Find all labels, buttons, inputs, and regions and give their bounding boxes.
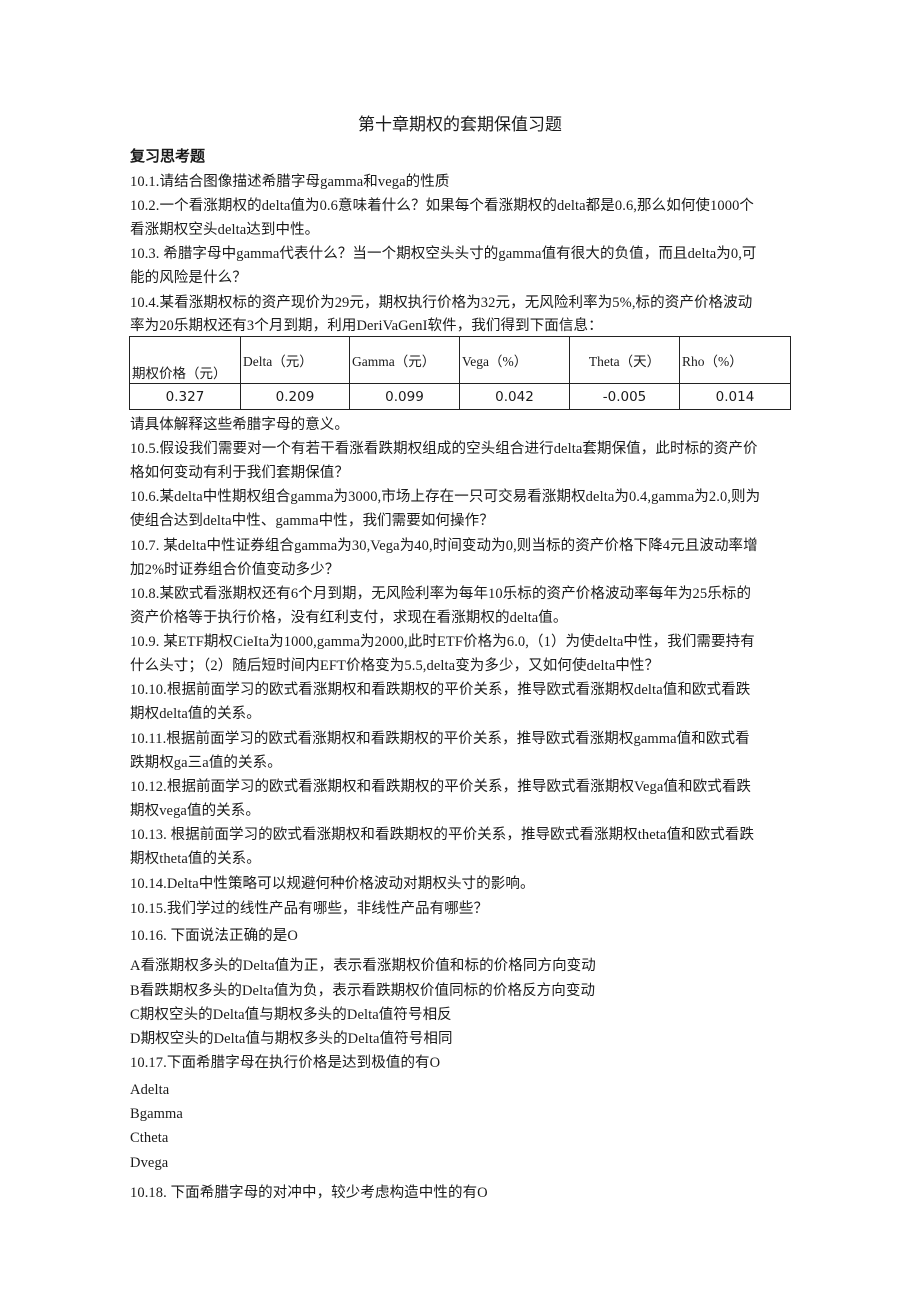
question-line: 10.10.根据前面学习的欧式看涨期权和看跌期权的平价关系，推导欧式看涨期权de… (130, 682, 751, 698)
section-heading: 复习思考题 (130, 147, 206, 165)
question-line: 10.5.假设我们需要对一个有若干看涨看跌期权组成的空头组合进行delta套期保… (130, 441, 758, 457)
question-line: 格如何变动有利于我们套期保值？ (130, 465, 349, 481)
option-line: Adelta (130, 1082, 170, 1098)
question-line: 10.15.我们学过的线性产品有哪些，非线性产品有哪些？ (130, 901, 489, 917)
question-line: 期权vega值的关系。 (130, 803, 260, 819)
option-line: D期权空头的Delta值与期权多头的Delta值符号相同 (130, 1031, 453, 1047)
question-line: 10.3. 希腊字母中gamma代表什么？当一个期权空头头寸的gamma值有很大… (130, 246, 757, 262)
option-line: Bgamma (130, 1106, 183, 1122)
question-line: 期权delta值的关系。 (130, 706, 261, 722)
question-line: 10.9. 某ETF期权CieIta为1000,gamma为2000,此时ETF… (130, 634, 755, 650)
option-line: B看跌期权多头的Delta值为负，表示看跌期权价值同标的价格反方向变动 (130, 983, 596, 999)
header-delta: Delta（元） (240, 336, 350, 384)
question-line: 10.11.根据前面学习的欧式看涨期权和看跌期权的平价关系，推导欧式看涨期权ga… (130, 731, 750, 747)
question-line: 什么头寸；（2）随后短时间内EFT价格变为5.5,delta变为多少，又如何使d… (130, 658, 660, 674)
question-line: 期权theta值的关系。 (130, 851, 261, 867)
question-line: 10.6.某delta中性期权组合gamma为3000,市场上存在一只可交易看涨… (130, 489, 761, 505)
question-line: 资产价格等于执行价格，没有红利支付，求现在看涨期权的delta值。 (130, 610, 568, 626)
question-line: 能的风险是什么？ (130, 270, 247, 286)
question-line: 10.7. 某delta中性证券组合gamma为30,Vega为40,时间变动为… (130, 538, 758, 554)
option-line: Ctheta (130, 1130, 169, 1146)
header-gamma: Gamma（元） (349, 336, 460, 384)
question-line: 10.12.根据前面学习的欧式看涨期权和看跌期权的平价关系，推导欧式看涨期权Ve… (130, 779, 752, 795)
value-gamma: 0.099 (349, 383, 460, 410)
value-theta: -0.005 (569, 383, 680, 410)
question-line: 10.4.某看涨期权标的资产现价为29元，期权执行价格为32元，无风险利率为5%… (130, 295, 753, 311)
header-theta: Theta（天） (569, 336, 680, 384)
table-row: 0.327 0.209 0.099 0.042 -0.005 0.014 (129, 383, 791, 410)
question-line: 10.14.Delta中性策略可以规避何种价格波动对期权头寸的影响。 (130, 876, 535, 892)
question-line: 使组合达到delta中性、gamma中性，我们需要如何操作？ (130, 513, 494, 529)
question-line: 10.18. 下面希腊字母的对冲中，较少考虑构造中性的有O (130, 1185, 488, 1201)
question-line: 10.13. 根据前面学习的欧式看涨期权和看跌期权的平价关系，推导欧式看涨期权t… (130, 827, 755, 843)
option-line: A看涨期权多头的Delta值为正，表示看涨期权价值和标的价格同方向变动 (130, 958, 596, 974)
option-line: Dvega (130, 1155, 169, 1171)
table-header-row: 期权价格（元） Delta（元） Gamma（元） Vega（%） Theta（… (129, 336, 791, 384)
header-rho: Rho（%） (679, 336, 791, 384)
question-line: 率为20乐期权还有3个月到期，利用DeriVaGenI软件，我们得到下面信息： (130, 318, 603, 334)
value-vega: 0.042 (459, 383, 570, 410)
question-line: 跌期权ga三a值的关系。 (130, 755, 282, 771)
value-option-price: 0.327 (129, 383, 241, 410)
header-vega: Vega（%） (459, 336, 570, 384)
question-line: 10.1.请结合图像描述希腊字母gamma和vega的性质 (130, 174, 450, 190)
value-rho: 0.014 (679, 383, 791, 410)
greeks-table: 期权价格（元） Delta（元） Gamma（元） Vega（%） Theta（… (129, 336, 791, 410)
question-line: 10.8.某欧式看涨期权还有6个月到期，无风险利率为每年10乐标的资产价格波动率… (130, 586, 752, 602)
document-title: 第十章期权的套期保值习题 (358, 115, 562, 134)
question-line: 10.17.下面希腊字母在执行价格是达到极值的有O (130, 1055, 441, 1071)
option-line: C期权空头的Delta值与期权多头的Delta值符号相反 (130, 1007, 452, 1023)
question-line: 10.2.一个看涨期权的delta值为0.6意味着什么？如果每个看涨期权的del… (130, 198, 755, 214)
question-line: 加2%时证券组合价值变动多少？ (130, 562, 340, 578)
document-page: 第十章期权的套期保值习题 复习思考题 10.1.请结合图像描述希腊字母gamma… (0, 0, 920, 1301)
header-option-price: 期权价格（元） (129, 336, 241, 384)
question-line: 10.16. 下面说法正确的是O (130, 928, 298, 944)
value-delta: 0.209 (240, 383, 350, 410)
question-line: 看涨期权空头delta达到中性。 (130, 222, 320, 238)
question-line: 请具体解释这些希腊字母的意义。 (130, 417, 349, 433)
